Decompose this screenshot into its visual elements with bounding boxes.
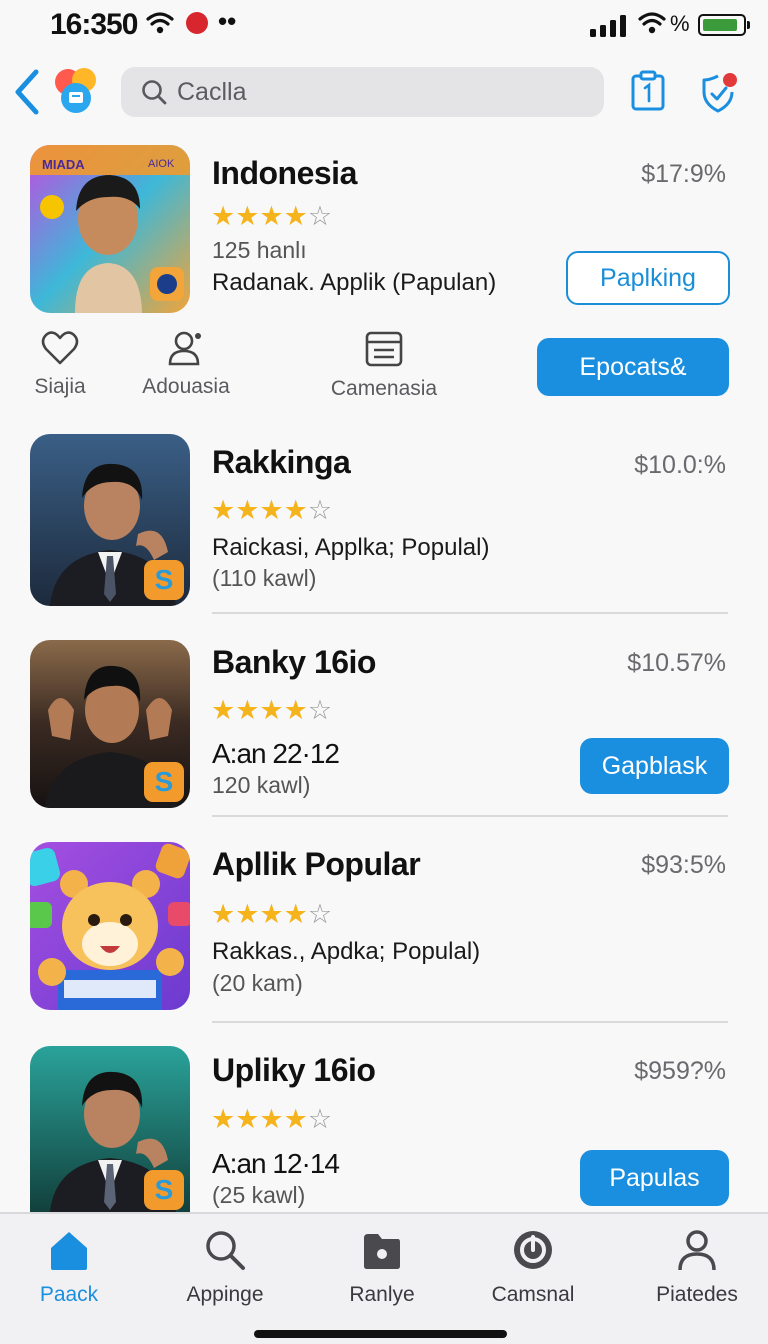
rating-stars: ★★★★☆: [211, 899, 333, 929]
shield-icon[interactable]: [700, 70, 740, 114]
app-price: $10.0:%: [634, 451, 726, 479]
tab-bar: Paack Appinge Ranlye Camsnal Piatedes: [0, 1212, 768, 1344]
home-icon: [51, 1232, 87, 1270]
app-category: Rakkas., Apdka; Populal): [212, 938, 481, 965]
clipboard-icon[interactable]: [630, 70, 666, 112]
record-icon: [186, 12, 208, 34]
app-price: $93:5%: [641, 851, 726, 879]
papulas-button[interactable]: Papulas: [580, 1150, 729, 1206]
app-price: $10.57%: [627, 649, 726, 677]
app-thumbnail[interactable]: S: [30, 640, 190, 808]
search-bar[interactable]: [121, 67, 604, 117]
row-divider: [212, 815, 728, 817]
status-time: 16:350: [50, 8, 138, 41]
app-downloads: (20 kam): [212, 970, 303, 996]
battery-icon: [698, 14, 750, 36]
tab-piatedes[interactable]: Piatedes: [622, 1228, 768, 1307]
profile-icon: [168, 331, 201, 366]
rating-stars: ★★★★☆: [211, 695, 333, 725]
app-category: Raickasi, Applka; Populal): [212, 534, 490, 561]
row-divider: [212, 612, 728, 614]
app-downloads: (110 kawl): [212, 565, 317, 591]
tab-ranlye[interactable]: Ranlye: [307, 1228, 457, 1307]
app-name: Indonesia: [212, 155, 357, 191]
tab-label: Piatedes: [656, 1283, 738, 1306]
person-icon: [678, 1230, 716, 1271]
home-indicator: [254, 1330, 507, 1338]
row-divider: [212, 1021, 728, 1023]
wifi-icon: [638, 12, 666, 34]
app-downloads: (25 kawl): [212, 1182, 306, 1208]
tab-paack[interactable]: Paack: [0, 1228, 144, 1307]
action-label: Adouasia: [142, 375, 230, 398]
folder-icon: [364, 1234, 400, 1269]
app-name: Upliky 16io: [212, 1052, 376, 1088]
app-price: $959?%: [634, 1057, 726, 1085]
list-icon: [365, 331, 403, 367]
thumb-tag: MIADA: [42, 157, 85, 172]
paplking-button[interactable]: Paplking: [566, 251, 730, 305]
tab-camsnal[interactable]: Camsnal: [458, 1228, 608, 1307]
app-name: Apllik Popular: [212, 846, 421, 882]
status-bar: 16:350 •• %: [0, 0, 768, 52]
search-icon: [142, 80, 167, 105]
tab-label: Camsnal: [491, 1283, 575, 1306]
app-downloads: 125 hanlı: [212, 237, 307, 263]
action-camenasia[interactable]: Camenasia: [324, 330, 444, 401]
rating-stars: ★★★★☆: [211, 201, 333, 231]
tab-label: Paack: [39, 1283, 99, 1306]
app-store-screen: 16:350 •• % Caclla MIADA AIOK Indonesia …: [0, 0, 768, 1344]
app-thumbnail[interactable]: S: [30, 434, 190, 606]
app-downloads: 120 kawl): [212, 772, 311, 798]
svg-text:S: S: [155, 564, 174, 595]
app-version: A:an 22·12: [212, 738, 340, 769]
svg-text:S: S: [155, 1174, 174, 1205]
tab-appinge[interactable]: Appinge: [150, 1228, 300, 1307]
top-bar: [0, 58, 768, 128]
app-thumbnail[interactable]: S: [30, 1046, 190, 1212]
app-name: Rakkinga: [212, 444, 351, 480]
featured-actions: Siajia Adouasia Camenasia Epocats&: [0, 330, 768, 410]
action-label: Siajia: [34, 375, 86, 398]
action-adouasia[interactable]: Adouasia: [136, 330, 236, 399]
svg-text:S: S: [155, 766, 174, 797]
app-price: $17:9%: [641, 160, 726, 188]
app-version: A:an 12·14: [212, 1148, 340, 1179]
app-logo-icon: [55, 68, 96, 113]
search-input[interactable]: [177, 73, 577, 111]
app-name: Banky 16io: [212, 644, 376, 680]
app-thumbnail[interactable]: [30, 842, 190, 1010]
signal-icon: [590, 15, 626, 37]
epocats-button[interactable]: Epocats&: [537, 338, 729, 396]
battery-percent: %: [670, 11, 690, 36]
heart-icon: [41, 331, 79, 365]
tab-label: Ranlye: [349, 1283, 415, 1306]
app-category: Radanak. Applik (Papulan): [212, 269, 497, 296]
more-dots-icon: ••: [218, 6, 237, 36]
rating-stars: ★★★★☆: [211, 495, 333, 525]
search-icon: [206, 1231, 245, 1270]
action-label: Camenasia: [330, 377, 438, 400]
power-icon: [514, 1231, 552, 1269]
thumb-tag2: AIOK: [148, 158, 175, 170]
action-siajia[interactable]: Siajia: [20, 330, 100, 399]
gapblask-button[interactable]: Gapblask: [580, 738, 729, 794]
rating-stars: ★★★★☆: [211, 1104, 333, 1134]
app-thumbnail[interactable]: MIADA AIOK: [30, 145, 190, 313]
tab-label: Appinge: [186, 1283, 264, 1306]
wifi-icon: [146, 12, 174, 34]
back-icon[interactable]: [12, 64, 44, 120]
